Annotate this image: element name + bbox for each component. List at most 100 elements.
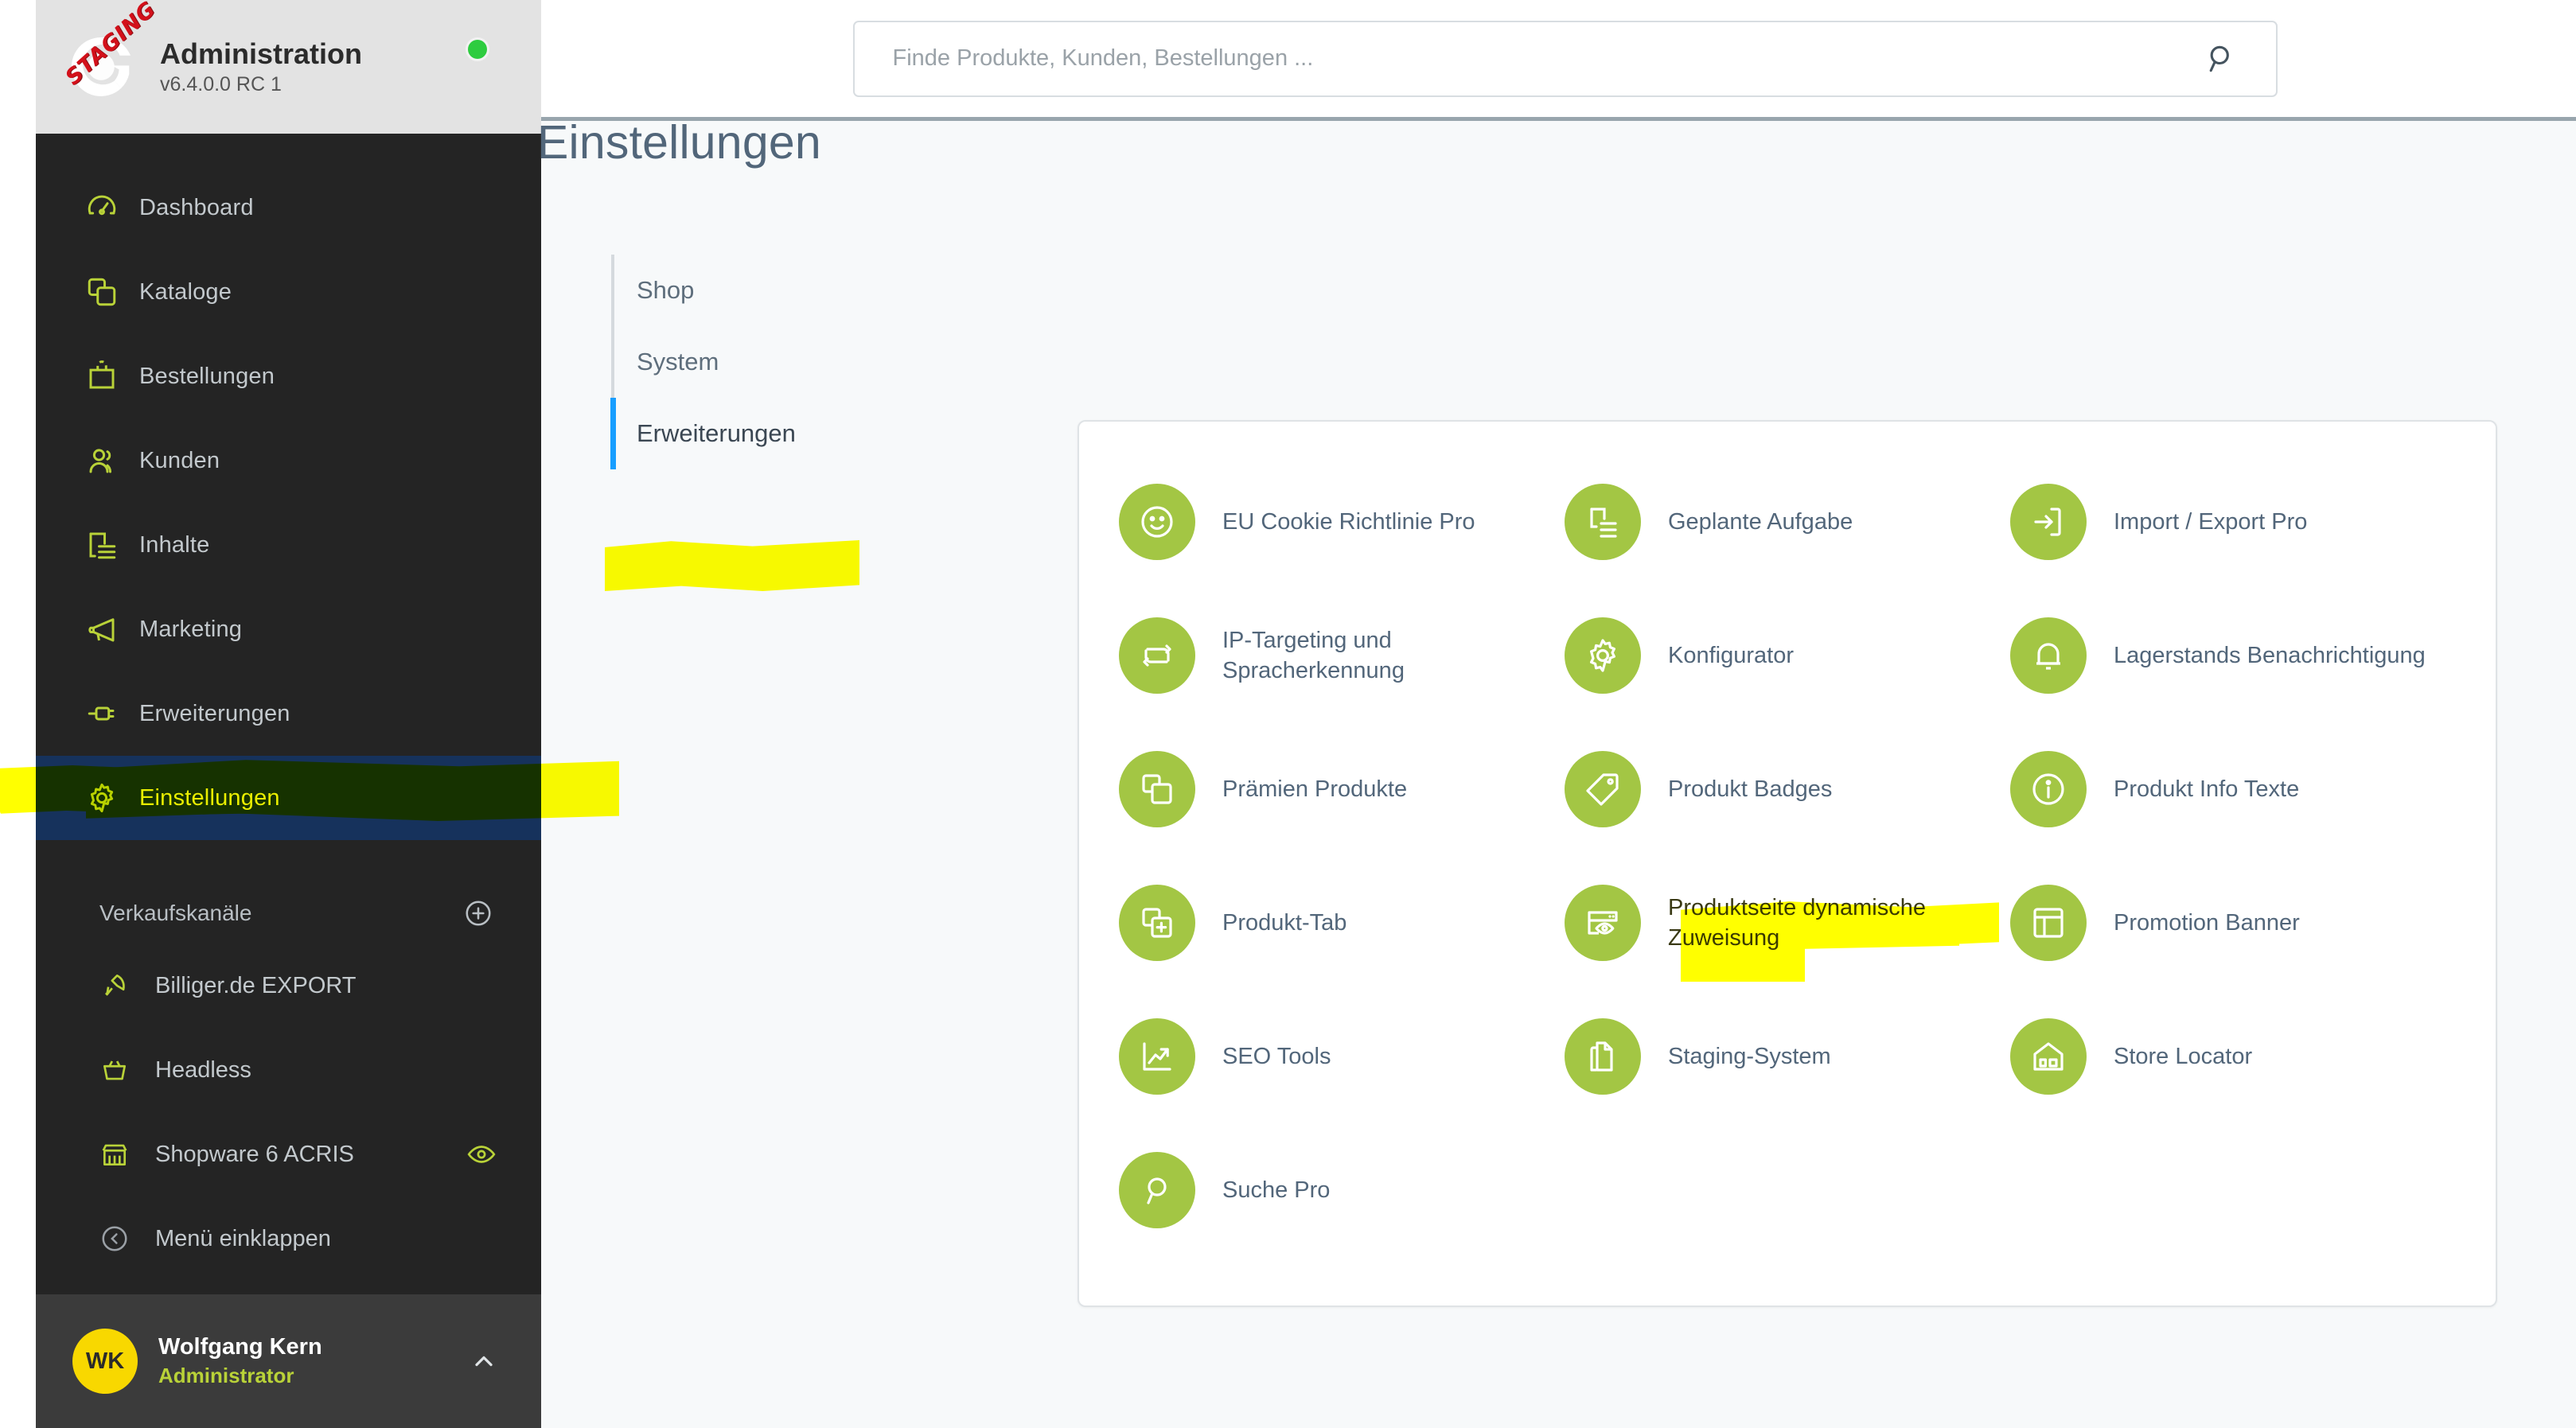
settings-nav-label: System <box>637 348 719 375</box>
sidebar-item-kunden[interactable]: Kunden <box>36 418 541 503</box>
extension-item-produktseite-dynamische-zuweisung[interactable]: Produktseite dynamische Zuweisung <box>1565 856 2010 990</box>
sidebar-item-label: Inhalte <box>139 531 210 558</box>
extension-label: Konfigurator <box>1668 642 1794 668</box>
chevron-up-icon[interactable] <box>470 1347 498 1375</box>
smiley-icon <box>1119 484 1195 560</box>
extension-item-store-locator[interactable]: Store Locator <box>2010 990 2456 1123</box>
extension-item-suche-pro[interactable]: Suche Pro <box>1119 1123 1565 1257</box>
user-role: Administrator <box>158 1364 294 1387</box>
sidebar-item-inhalte[interactable]: Inhalte <box>36 503 541 587</box>
extension-label: EU Cookie Richtlinie Pro <box>1222 508 1475 535</box>
sidebar-item-dashboard[interactable]: Dashboard <box>36 165 541 250</box>
user-menu[interactable]: WK Wolfgang Kern Administrator <box>36 1294 541 1428</box>
global-search[interactable] <box>852 20 2278 97</box>
preview-eye-icon[interactable] <box>466 1139 497 1169</box>
info-circle-icon <box>2010 751 2087 827</box>
page-preview-icon <box>1565 885 1641 961</box>
sidebar-item-bestellungen[interactable]: Bestellungen <box>36 334 541 418</box>
sidebar-item-erweiterungen[interactable]: Erweiterungen <box>36 671 541 756</box>
gear-icon <box>85 781 131 815</box>
extension-item-promotion-banner[interactable]: Promotion Banner <box>2010 856 2456 990</box>
app-version: v6.4.0.0 RC 1 <box>160 72 282 95</box>
gauge-icon <box>85 191 131 224</box>
settings-nav-label: Shop <box>637 276 695 304</box>
rocket-icon <box>99 971 144 1001</box>
extension-label: Staging-System <box>1668 1043 1831 1069</box>
shopware-staging-logo: STAGING <box>60 0 161 105</box>
add-sales-channel-button[interactable] <box>463 898 493 928</box>
loop-arrows-icon <box>1119 617 1195 694</box>
sales-channel-headless[interactable]: Headless <box>36 1028 541 1112</box>
tag-icon <box>1565 751 1641 827</box>
sidebar-item-label: Kataloge <box>139 278 232 305</box>
plugin-icon <box>85 697 131 730</box>
basket-icon <box>99 1055 144 1085</box>
search-input[interactable] <box>854 21 2276 95</box>
sales-channel-billiger-de-export[interactable]: Billiger.de EXPORT <box>36 944 541 1028</box>
status-online-indicator <box>468 40 487 59</box>
extension-label: Import / Export Pro <box>2114 508 2308 535</box>
sidebar-item-label: Kunden <box>139 447 220 473</box>
bag-icon <box>85 360 131 393</box>
search-icon[interactable] <box>2204 41 2239 76</box>
app-title: Administration <box>160 37 363 71</box>
user-meta: Wolfgang Kern Administrator <box>158 1334 470 1388</box>
extension-item-seo-tools[interactable]: SEO Tools <box>1119 990 1565 1123</box>
extensions-card: EU Cookie Richtlinie Pro Geplante Aufgab… <box>1078 420 2497 1307</box>
bell-icon <box>2010 617 2087 694</box>
sidebar-item-einstellungen[interactable]: Einstellungen <box>36 756 541 840</box>
sidebar-nav-scroll: Dashboard Kataloge Bestellungen Kunden I… <box>36 134 541 1294</box>
settings-nav-item-erweiterungen[interactable]: Erweiterungen <box>610 398 945 469</box>
settings-nav-item-shop[interactable]: Shop <box>611 255 945 326</box>
sidebar-item-marketing[interactable]: Marketing <box>36 587 541 671</box>
extension-item-lagerstands-benachrichtigung[interactable]: Lagerstands Benachrichtigung <box>2010 589 2456 722</box>
sidebar-item-kataloge[interactable]: Kataloge <box>36 250 541 334</box>
sales-channel-label: Headless <box>155 1056 251 1083</box>
extension-label: Produktseite dynamische Zuweisung <box>1668 894 1926 951</box>
page-title: Einstellungen <box>537 116 821 169</box>
extension-label: Prämien Produkte <box>1222 776 1408 802</box>
extension-item-eu-cookie-richtlinie-pro[interactable]: EU Cookie Richtlinie Pro <box>1119 455 1565 589</box>
main-sidebar: STAGING Administration v6.4.0.0 RC 1 Das… <box>36 0 541 1428</box>
extensions-grid: EU Cookie Richtlinie Pro Geplante Aufgab… <box>1079 422 2496 1290</box>
extension-item-staging-system[interactable]: Staging-System <box>1565 990 2010 1123</box>
sales-channels-heading: Verkaufskanäle <box>99 901 252 925</box>
sidebar-item-label: Einstellungen <box>139 784 280 811</box>
storefront-icon <box>99 1139 144 1169</box>
extension-item-produkt-info-texte[interactable]: Produkt Info Texte <box>2010 722 2456 856</box>
copy-plus-icon <box>1119 885 1195 961</box>
settings-nav-label: Erweiterungen <box>637 419 796 447</box>
collapse-menu-button[interactable]: Menü einklappen <box>36 1196 541 1281</box>
copy-icon <box>1119 751 1195 827</box>
extension-label: Promotion Banner <box>2114 909 2300 936</box>
extension-item-geplante-aufgabe[interactable]: Geplante Aufgabe <box>1565 455 2010 589</box>
extension-item-import-export-pro[interactable]: Import / Export Pro <box>2010 455 2456 589</box>
extension-item-produkt-tab[interactable]: Produkt-Tab <box>1119 856 1565 990</box>
extension-item-ip-targeting-und-spracherkennung[interactable]: IP-Targeting und Spracherkennung <box>1119 589 1565 722</box>
settings-sub-nav: Shop System Erweiterungen <box>610 255 945 469</box>
task-list-icon <box>1565 484 1641 560</box>
top-bar <box>541 0 2576 121</box>
sidebar-item-label: Dashboard <box>139 194 254 220</box>
extension-label: SEO Tools <box>1222 1043 1331 1069</box>
extension-label: Produkt-Tab <box>1222 909 1347 936</box>
megaphone-icon <box>85 613 131 646</box>
login-arrow-icon <box>2010 484 2087 560</box>
extension-item-praemien-produkte[interactable]: Prämien Produkte <box>1119 722 1565 856</box>
sales-channel-label: Billiger.de EXPORT <box>155 972 357 998</box>
avatar: WK <box>72 1329 138 1394</box>
settings-nav-item-system[interactable]: System <box>611 326 945 398</box>
duplicate-icon <box>1565 1018 1641 1095</box>
sales-channels-heading-row: Verkaufskanäle <box>36 883 541 944</box>
catalog-icon <box>85 275 131 309</box>
sidebar-title-block: Administration v6.4.0.0 RC 1 <box>160 37 362 95</box>
sidebar-item-label: Erweiterungen <box>139 700 290 726</box>
extension-item-konfigurator[interactable]: Konfigurator <box>1565 589 2010 722</box>
sidebar-item-label: Marketing <box>139 616 243 642</box>
shop-house-icon <box>2010 1018 2087 1095</box>
sales-channel-shopware-6-acris[interactable]: Shopware 6 ACRIS <box>36 1112 541 1196</box>
extension-label: Produkt Badges <box>1668 776 1833 802</box>
extension-item-produkt-badges[interactable]: Produkt Badges <box>1565 722 2010 856</box>
extension-label: IP-Targeting und Spracherkennung <box>1222 627 1405 683</box>
sidebar-header: STAGING Administration v6.4.0.0 RC 1 <box>36 0 541 134</box>
